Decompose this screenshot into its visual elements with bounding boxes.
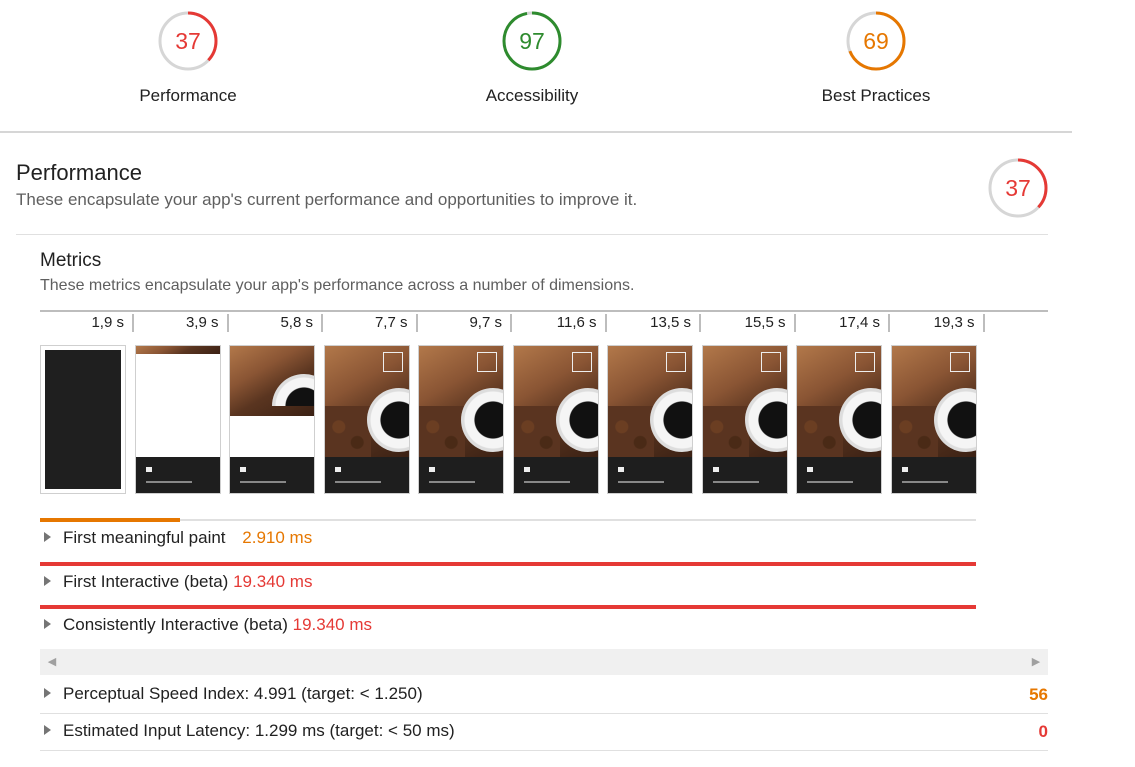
timeline-tick-label: 7,7 s (324, 314, 418, 332)
filmstrip-frame (323, 345, 410, 494)
metrics-description: These metrics encapsulate your app's per… (40, 277, 635, 294)
filmstrip-frame (701, 345, 788, 494)
section-score-gauge: 37 (987, 157, 1049, 219)
expand-triangle-icon[interactable] (44, 688, 51, 698)
filmstrip-frame (229, 345, 315, 494)
metric-value: 2.910 ms (242, 528, 313, 547)
accessibility-score: 97 (519, 28, 545, 54)
timeline-tick-label: 19,3 s (891, 314, 985, 332)
metrics-title: Metrics (40, 250, 102, 271)
audit-perceptual-speed-index[interactable]: Perceptual Speed Index: 4.991 (target: <… (40, 676, 1048, 713)
audit-score: 56 (1029, 685, 1048, 704)
metric-bar-first-interactive (40, 562, 976, 566)
metric-label: First meaningful paint (63, 528, 226, 547)
accessibility-gauge-label[interactable]: Accessibility (432, 86, 632, 106)
expand-triangle-icon[interactable] (44, 725, 51, 735)
filmstrip-frame (40, 345, 126, 494)
performance-gauge[interactable]: 37 (157, 10, 219, 72)
audit-score: 0 (1038, 722, 1048, 741)
timeline-axis (40, 310, 1048, 312)
metric-bar-fill (40, 518, 181, 522)
scroll-right-icon[interactable]: ▶ (1026, 649, 1046, 675)
expand-triangle-icon[interactable] (44, 576, 51, 586)
metric-bar-first-meaningful-paint (40, 518, 976, 522)
section-score: 37 (1005, 175, 1031, 201)
best-practices-gauge[interactable]: 69 (845, 10, 907, 72)
header-divider (0, 131, 1072, 133)
metric-bar-fill (40, 562, 976, 566)
metric-first-interactive[interactable]: First Interactive (beta) 19.340 ms (40, 572, 312, 592)
timeline-tick-label: 17,4 s (796, 314, 890, 332)
filmstrip-frame (890, 345, 977, 494)
metric-bar-consistently-interactive (40, 605, 976, 609)
audit-divider (40, 750, 1048, 751)
filmstrip-frame (418, 345, 504, 494)
timeline-tick-label: 3,9 s (135, 314, 229, 332)
metric-value: 19.340 ms (233, 572, 313, 591)
expand-triangle-icon[interactable] (44, 532, 51, 542)
timeline-tick-label: 9,7 s (418, 314, 512, 332)
section-title: Performance (16, 160, 142, 185)
performance-gauge-label[interactable]: Performance (88, 86, 288, 106)
timeline-tick-label: 11,6 s (513, 314, 607, 332)
section-description: These encapsulate your app's current per… (16, 190, 638, 209)
accessibility-gauge[interactable]: 97 (501, 10, 563, 72)
metric-value: 19.340 ms (292, 615, 373, 634)
timeline-tick-label: 5,8 s (229, 314, 323, 332)
timeline-tick-label: 15,5 s (702, 314, 796, 332)
audit-estimated-input-latency[interactable]: Estimated Input Latency: 1.299 ms (targe… (40, 713, 1048, 750)
metric-label: First Interactive (beta) (63, 572, 229, 591)
metric-bar-fill (40, 605, 976, 609)
horizontal-scrollbar[interactable]: ◀ ▶ (40, 649, 1048, 675)
metric-consistently-interactive[interactable]: Consistently Interactive (beta) 19.340 m… (40, 615, 372, 635)
expand-triangle-icon[interactable] (44, 619, 51, 629)
filmstrip-frame (607, 345, 693, 494)
filmstrip-frame (134, 345, 221, 494)
metric-label: Consistently Interactive (beta) (63, 615, 288, 634)
performance-score: 37 (175, 28, 201, 54)
timeline-tick-label: 1,9 s (40, 314, 134, 332)
best-practices-gauge-label[interactable]: Best Practices (776, 86, 976, 106)
timeline-tick-label: 13,5 s (607, 314, 701, 332)
scroll-left-icon[interactable]: ◀ (42, 649, 62, 675)
audit-label: Estimated Input Latency: 1.299 ms (targe… (63, 721, 455, 740)
filmstrip-frame (512, 345, 599, 494)
filmstrip-frame (796, 345, 882, 494)
best-practices-score: 69 (863, 28, 889, 54)
section-divider (16, 234, 1048, 235)
audit-label: Perceptual Speed Index: 4.991 (target: <… (63, 684, 423, 703)
metric-first-meaningful-paint[interactable]: First meaningful paint 2.910 ms (40, 528, 312, 548)
